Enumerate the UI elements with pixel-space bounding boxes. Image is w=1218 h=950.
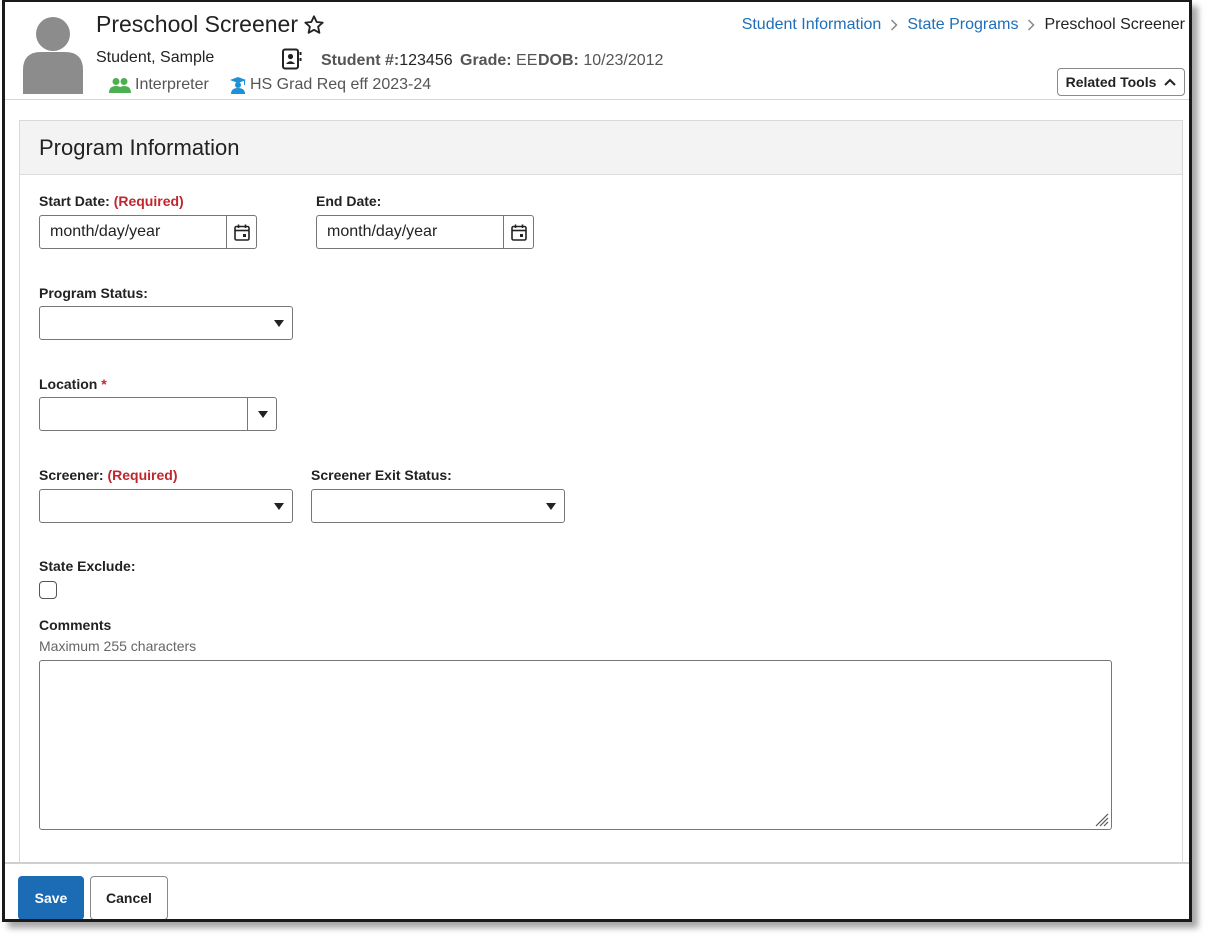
screener-required: (Required) <box>107 467 178 483</box>
dob-label: DOB: <box>538 52 579 69</box>
related-tools-label: Related Tools <box>1065 74 1157 90</box>
related-tools-button[interactable]: Related Tools <box>1057 68 1185 96</box>
state-exclude-label: State Exclude: <box>39 558 136 574</box>
flag-interpreter[interactable]: Interpreter <box>109 76 209 94</box>
panel-title: Program Information <box>39 134 240 160</box>
student-header: Preschool Screener Student, Sample Stude… <box>5 2 1189 100</box>
flag-grad-req-label: HS Grad Req eff 2023-24 <box>250 76 432 93</box>
breadcrumb: Student Information State Programs Presc… <box>742 16 1185 34</box>
screener-select[interactable] <box>39 489 293 523</box>
favorite-star-icon[interactable] <box>303 14 325 36</box>
comments-label: Comments <box>39 617 112 633</box>
student-number-label: Student #: <box>321 52 400 69</box>
program-status-select[interactable] <box>39 306 293 340</box>
start-date-required: (Required) <box>113 193 184 209</box>
dob-value: 10/23/2012 <box>583 52 664 69</box>
page-title: Preschool Screener <box>96 11 298 37</box>
breadcrumb-state-programs[interactable]: State Programs <box>907 16 1018 34</box>
cancel-button[interactable]: Cancel <box>90 876 168 919</box>
chevron-right-icon <box>1028 19 1036 31</box>
comments-textarea[interactable] <box>39 660 1112 830</box>
app-window: Preschool Screener Student, Sample Stude… <box>2 0 1192 922</box>
dropdown-arrow-icon <box>274 320 284 327</box>
start-date-input[interactable]: month/day/year <box>39 215 257 249</box>
breadcrumb-current: Preschool Screener <box>1044 16 1185 33</box>
student-number-value: 123456 <box>399 52 453 69</box>
end-date-input[interactable]: month/day/year <box>316 215 534 249</box>
dropdown-arrow-icon <box>274 503 284 510</box>
comments-hint: Maximum 255 characters <box>39 638 197 654</box>
calendar-icon <box>510 224 527 241</box>
location-required-mark: * <box>101 376 107 392</box>
end-date-label: End Date: <box>316 193 382 209</box>
save-button[interactable]: Save <box>18 876 84 919</box>
screener-label-text: Screener: <box>39 467 104 483</box>
location-label-text: Location <box>39 376 98 392</box>
dob: DOB: 10/23/2012 <box>538 52 663 70</box>
start-date-label-text: Start Date: <box>39 193 110 209</box>
end-date-calendar-button[interactable] <box>503 216 533 248</box>
grade-label: Grade: <box>460 52 512 69</box>
breadcrumb-student-information[interactable]: Student Information <box>742 16 882 34</box>
people-icon <box>109 78 131 93</box>
resize-handle-icon[interactable] <box>1093 811 1109 827</box>
location-label: Location * <box>39 376 107 392</box>
screener-exit-status-label: Screener Exit Status: <box>311 467 452 483</box>
flag-interpreter-label: Interpreter <box>135 76 209 93</box>
panel-header: Program Information <box>20 121 1182 175</box>
student-name: Student, Sample <box>96 49 215 66</box>
start-date-value: month/day/year <box>50 223 161 240</box>
location-combobox[interactable] <box>39 397 277 431</box>
start-date-calendar-button[interactable] <box>226 216 256 248</box>
graduation-icon <box>230 76 246 94</box>
student-number: Student #:123456 <box>321 52 453 70</box>
flag-grad-req[interactable]: HS Grad Req eff 2023-24 <box>230 76 431 94</box>
program-status-label: Program Status: <box>39 285 148 301</box>
grade: Grade: EE <box>460 52 537 70</box>
calendar-icon <box>233 224 250 241</box>
program-information-panel: Program Information Start Date: (Require… <box>19 120 1183 880</box>
chevron-up-icon <box>1164 78 1177 86</box>
dropdown-arrow-icon <box>546 503 556 510</box>
screener-label: Screener: (Required) <box>39 467 177 483</box>
chevron-right-icon <box>891 19 898 31</box>
state-exclude-checkbox[interactable] <box>39 581 57 599</box>
start-date-label: Start Date: (Required) <box>39 193 184 209</box>
action-bar: Save Cancel <box>5 862 1189 919</box>
screener-exit-status-select[interactable] <box>311 489 565 523</box>
avatar <box>23 17 83 94</box>
id-card-icon[interactable] <box>281 48 303 70</box>
end-date-value: month/day/year <box>327 223 438 240</box>
combobox-divider <box>247 398 248 430</box>
dropdown-arrow-icon[interactable] <box>258 411 268 418</box>
grade-value: EE <box>516 52 538 69</box>
